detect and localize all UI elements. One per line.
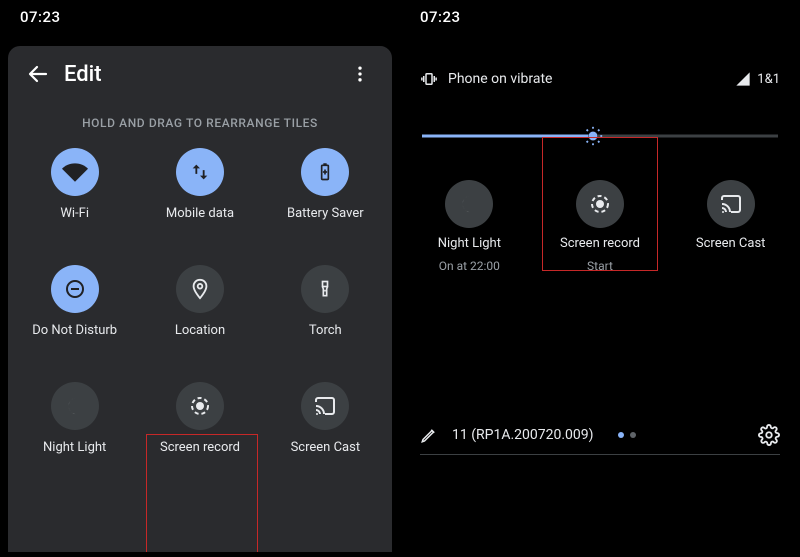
pane-right: 07:23 Phone on vibrate 1&1: [400, 0, 800, 557]
tile-battery-saver[interactable]: Battery Saver: [263, 148, 388, 221]
tile-icon-wrapper: [301, 148, 349, 196]
page-dot: [630, 432, 636, 438]
edit-header: Edit: [8, 46, 392, 102]
signal-status: 1&1: [735, 71, 780, 87]
qs-header: Phone on vibrate 1&1: [400, 64, 800, 94]
tile-label: Night Light: [43, 440, 106, 455]
slider-fill: [422, 135, 593, 138]
page-dot-active: [618, 432, 624, 438]
page-indicator[interactable]: [618, 432, 636, 438]
slider-thumb[interactable]: [582, 125, 604, 147]
back-button[interactable]: [16, 52, 60, 96]
status-bar-left: 07:23: [0, 0, 400, 34]
ringer-label: Phone on vibrate: [448, 71, 552, 87]
qs-tile-night-light[interactable]: Night Light On at 22:00: [404, 180, 535, 273]
tile-screen-record[interactable]: Screen record: [137, 382, 262, 455]
qs-tile-screen-record[interactable]: Screen record Start: [535, 180, 666, 273]
mobiledata-icon: [189, 161, 211, 183]
more-button[interactable]: [340, 54, 380, 94]
qs-tile-screen-cast[interactable]: Screen Cast: [665, 180, 796, 273]
build-text: 11 (RP1A.200720.009): [452, 427, 594, 443]
gear-icon: [758, 424, 780, 446]
tile-label: Screen Cast: [291, 440, 361, 455]
carrier-label: 1&1: [757, 72, 780, 87]
tile-label: Screen record: [160, 440, 240, 455]
settings-button[interactable]: [758, 424, 780, 446]
divider: [420, 454, 780, 455]
tiles-grid: Wi-Fi Mobile data Battery Saver: [8, 148, 392, 455]
qs-tiles-grid: Night Light On at 22:00 Screen record St…: [400, 148, 800, 273]
location-icon: [189, 278, 211, 300]
more-vert-icon: [350, 64, 370, 84]
signal-icon: [735, 71, 751, 87]
tile-label: Screen Cast: [696, 236, 766, 251]
tile-icon-wrapper: [445, 180, 493, 228]
tile-label: Mobile data: [166, 206, 234, 221]
tile-icon-wrapper: [176, 265, 224, 313]
tile-icon-wrapper: [176, 382, 224, 430]
tile-icon-wrapper: [176, 148, 224, 196]
tile-label: Screen record: [560, 236, 640, 251]
brightness-icon: [582, 125, 604, 147]
vibrate-icon: [420, 70, 438, 88]
qs-edit-panel: Edit HOLD AND DRAG TO REARRANGE TILES Wi…: [8, 46, 392, 552]
tile-sublabel: Start: [587, 259, 613, 273]
tile-dnd[interactable]: Do Not Disturb: [12, 265, 137, 338]
status-bar-right: 07:23: [400, 0, 800, 34]
battery-icon: [315, 162, 335, 182]
tile-icon-wrapper: [51, 265, 99, 313]
tile-label: Torch: [309, 323, 342, 338]
tile-location[interactable]: Location: [137, 265, 262, 338]
ringer-status[interactable]: Phone on vibrate: [420, 70, 552, 88]
brightness-slider[interactable]: [422, 124, 778, 148]
nightlight-icon: [458, 193, 480, 215]
edit-icon[interactable]: [420, 426, 438, 444]
tile-sublabel: On at 22:00: [439, 259, 500, 273]
tile-icon-wrapper: [707, 180, 755, 228]
tile-screen-cast[interactable]: Screen Cast: [263, 382, 388, 455]
tile-night-light[interactable]: Night Light: [12, 382, 137, 455]
tile-label: Night Light: [438, 236, 501, 251]
tile-wifi[interactable]: Wi-Fi: [12, 148, 137, 221]
tile-mobile-data[interactable]: Mobile data: [137, 148, 262, 221]
tile-icon-wrapper: [576, 180, 624, 228]
screenrecord-icon: [588, 192, 612, 216]
wifi-icon: [62, 159, 88, 185]
screenrecord-icon: [188, 394, 212, 418]
tile-label: Do Not Disturb: [32, 323, 117, 338]
nightlight-icon: [64, 395, 86, 417]
torch-icon: [315, 279, 335, 299]
tile-icon-wrapper: [51, 382, 99, 430]
tile-label: Wi-Fi: [60, 206, 89, 221]
tile-torch[interactable]: Torch: [263, 265, 388, 338]
screenshot-root: 07:23 Edit HOLD AND DRAG TO REARRANGE TI…: [0, 0, 800, 557]
status-time: 07:23: [20, 8, 61, 26]
pane-left: 07:23 Edit HOLD AND DRAG TO REARRANGE TI…: [0, 0, 400, 557]
edit-title: Edit: [64, 62, 340, 87]
cast-icon: [719, 192, 743, 216]
tile-label: Location: [175, 323, 225, 338]
qs-panel: 07:23 Phone on vibrate 1&1: [400, 0, 800, 557]
tile-icon-wrapper: [301, 265, 349, 313]
tile-icon-wrapper: [51, 148, 99, 196]
tile-label: Battery Saver: [287, 206, 364, 221]
tile-icon-wrapper: [301, 382, 349, 430]
arrow-back-icon: [26, 62, 50, 86]
status-time: 07:23: [420, 8, 461, 26]
cast-icon: [313, 394, 337, 418]
qs-footer: 11 (RP1A.200720.009): [420, 424, 780, 446]
dnd-icon: [63, 277, 87, 301]
edit-instruction: HOLD AND DRAG TO REARRANGE TILES: [8, 102, 392, 148]
